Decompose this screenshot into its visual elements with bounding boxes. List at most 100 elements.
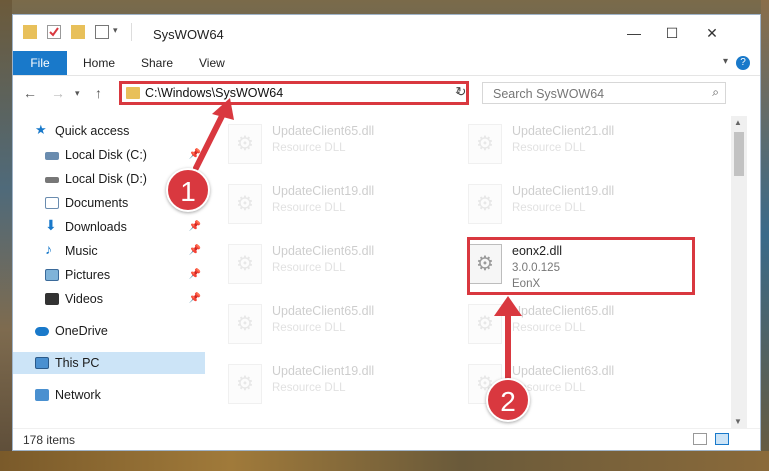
title-bar: ▾ SysWOW64 — ☐ ✕ bbox=[13, 15, 760, 51]
folder-icon bbox=[23, 25, 37, 39]
tab-view[interactable]: View bbox=[199, 51, 225, 75]
file-item[interactable]: ⚙ UpdateClient19.dll Resource DLL bbox=[458, 176, 688, 232]
dll-file-icon: ⚙ bbox=[468, 184, 502, 224]
file-item[interactable]: ⚙ UpdateClient65.dll Resource DLL bbox=[218, 296, 448, 352]
star-icon: ★ bbox=[35, 122, 47, 137]
file-description: Resource DLL bbox=[272, 202, 346, 214]
sidebar-item-label: Pictures bbox=[65, 268, 111, 282]
sidebar-item-this-pc[interactable]: This PC bbox=[13, 352, 205, 374]
cloud-icon bbox=[35, 327, 49, 336]
scroll-up-icon[interactable]: ▲ bbox=[734, 118, 742, 127]
dll-file-icon: ⚙ bbox=[228, 364, 262, 404]
up-arrow-icon[interactable]: ↑ bbox=[95, 85, 102, 101]
ribbon-tabs: File Home Share View ▾ ? bbox=[13, 51, 760, 76]
chevron-down-icon[interactable]: ▾ bbox=[113, 25, 118, 36]
navigation-pane: ★ Quick access Local Disk (C:) 📌 Local D… bbox=[13, 116, 205, 428]
file-item[interactable]: ⚙ UpdateClient65.dll Resource DLL bbox=[218, 236, 448, 292]
sidebar-item-label: OneDrive bbox=[55, 324, 108, 338]
customize-toolbar-icon[interactable] bbox=[95, 25, 109, 39]
file-description: Resource DLL bbox=[512, 142, 586, 154]
scrollbar-thumb[interactable] bbox=[734, 132, 744, 176]
minimize-button[interactable]: — bbox=[618, 21, 650, 45]
large-icons-view-icon[interactable] bbox=[715, 433, 729, 445]
music-note-icon: ♪ bbox=[45, 241, 52, 257]
address-bar[interactable]: C:\Windows\SysWOW64 ⌄ bbox=[119, 81, 469, 105]
dll-file-icon: ⚙ bbox=[468, 304, 502, 344]
sidebar-item-label: Local Disk (D:) bbox=[65, 172, 147, 186]
tab-home[interactable]: Home bbox=[83, 51, 115, 75]
file-description: Resource DLL bbox=[272, 382, 346, 394]
file-item[interactable]: ⚙ UpdateClient65.dll Resource DLL bbox=[218, 116, 448, 172]
maximize-button[interactable]: ☐ bbox=[656, 21, 688, 45]
search-box[interactable]: ⌕ bbox=[482, 82, 726, 104]
sidebar-item-label: Quick access bbox=[55, 124, 130, 138]
file-item[interactable]: ⚙ UpdateClient65.dll Resource DLL bbox=[458, 296, 688, 352]
sidebar-item-local-disk-c[interactable]: Local Disk (C:) 📌 bbox=[13, 144, 205, 166]
file-description: Resource DLL bbox=[272, 322, 346, 334]
properties-icon[interactable] bbox=[47, 25, 61, 39]
video-icon bbox=[45, 293, 59, 305]
sidebar-item-music[interactable]: ♪ Music 📌 bbox=[13, 240, 205, 262]
file-name: UpdateClient65.dll bbox=[272, 304, 375, 318]
close-button[interactable]: ✕ bbox=[696, 21, 728, 45]
callout-badge-2: 2 bbox=[486, 378, 530, 422]
tab-share[interactable]: Share bbox=[141, 51, 173, 75]
pin-icon[interactable]: 📌 bbox=[189, 221, 201, 232]
file-description: Resource DLL bbox=[512, 202, 586, 214]
back-arrow-icon[interactable]: ← bbox=[23, 85, 37, 101]
sidebar-item-network[interactable]: Network bbox=[13, 384, 205, 406]
file-name: UpdateClient19.dll bbox=[272, 184, 375, 198]
file-item[interactable]: ⚙ UpdateClient19.dll Resource DLL bbox=[218, 356, 448, 412]
dll-file-icon: ⚙ bbox=[228, 124, 262, 164]
sidebar-item-quick-access[interactable]: ★ Quick access bbox=[13, 120, 205, 142]
file-name: UpdateClient19.dll bbox=[512, 184, 615, 198]
file-item[interactable]: ⚙ UpdateClient21.dll Resource DLL bbox=[458, 116, 688, 172]
pin-icon[interactable]: 📌 bbox=[189, 245, 201, 256]
network-icon bbox=[35, 389, 49, 401]
callout-badge-1: 1 bbox=[166, 168, 210, 212]
new-folder-icon[interactable] bbox=[71, 25, 85, 39]
file-name: UpdateClient63.dll bbox=[512, 364, 615, 378]
sidebar-item-pictures[interactable]: Pictures 📌 bbox=[13, 264, 205, 286]
drive-icon bbox=[45, 152, 59, 160]
forward-arrow-icon[interactable]: → bbox=[51, 85, 65, 101]
file-name: UpdateClient65.dll bbox=[272, 124, 375, 138]
file-item[interactable]: ⚙ UpdateClient19.dll Resource DLL bbox=[218, 176, 448, 232]
details-view-icon[interactable] bbox=[693, 433, 707, 445]
sidebar-item-videos[interactable]: Videos 📌 bbox=[13, 288, 205, 310]
sidebar-item-label: This PC bbox=[55, 356, 100, 370]
explorer-window: ▾ SysWOW64 — ☐ ✕ File Home Share View ▾ … bbox=[12, 14, 761, 451]
folder-icon bbox=[126, 87, 140, 99]
scroll-down-icon[interactable]: ▼ bbox=[734, 417, 742, 426]
item-count: 178 items bbox=[23, 433, 76, 447]
status-bar: 178 items bbox=[13, 428, 760, 451]
pin-icon[interactable]: 📌 bbox=[189, 149, 201, 160]
sidebar-item-downloads[interactable]: ⬇ Downloads 📌 bbox=[13, 216, 205, 238]
help-icon[interactable]: ? bbox=[736, 56, 750, 70]
search-input[interactable] bbox=[491, 85, 695, 103]
sidebar-item-onedrive[interactable]: OneDrive bbox=[13, 320, 205, 342]
recent-locations-icon[interactable]: ▾ bbox=[75, 88, 80, 99]
vertical-scrollbar[interactable]: ▲ ▼ bbox=[731, 116, 747, 428]
sidebar-item-label: Music bbox=[65, 244, 98, 258]
refresh-icon[interactable]: ↻ bbox=[451, 84, 471, 102]
pin-icon[interactable]: 📌 bbox=[189, 293, 201, 304]
pin-icon[interactable]: 📌 bbox=[189, 269, 201, 280]
file-name: UpdateClient65.dll bbox=[272, 244, 375, 258]
computer-icon bbox=[35, 357, 49, 369]
tab-file[interactable]: File bbox=[13, 51, 67, 75]
file-description: Resource DLL bbox=[272, 142, 346, 154]
dll-file-icon: ⚙ bbox=[228, 244, 262, 284]
dll-file-icon: ⚙ bbox=[468, 124, 502, 164]
expand-ribbon-icon[interactable]: ▾ bbox=[723, 56, 728, 67]
drive-icon bbox=[45, 177, 59, 183]
file-name: UpdateClient65.dll bbox=[512, 304, 615, 318]
search-icon: ⌕ bbox=[712, 85, 719, 99]
sidebar-item-label: Downloads bbox=[65, 220, 127, 234]
dll-file-icon: ⚙ bbox=[228, 184, 262, 224]
document-icon bbox=[45, 197, 59, 209]
file-name: UpdateClient19.dll bbox=[272, 364, 375, 378]
picture-icon bbox=[45, 269, 59, 281]
file-description: Resource DLL bbox=[512, 322, 586, 334]
dll-file-icon: ⚙ bbox=[228, 304, 262, 344]
